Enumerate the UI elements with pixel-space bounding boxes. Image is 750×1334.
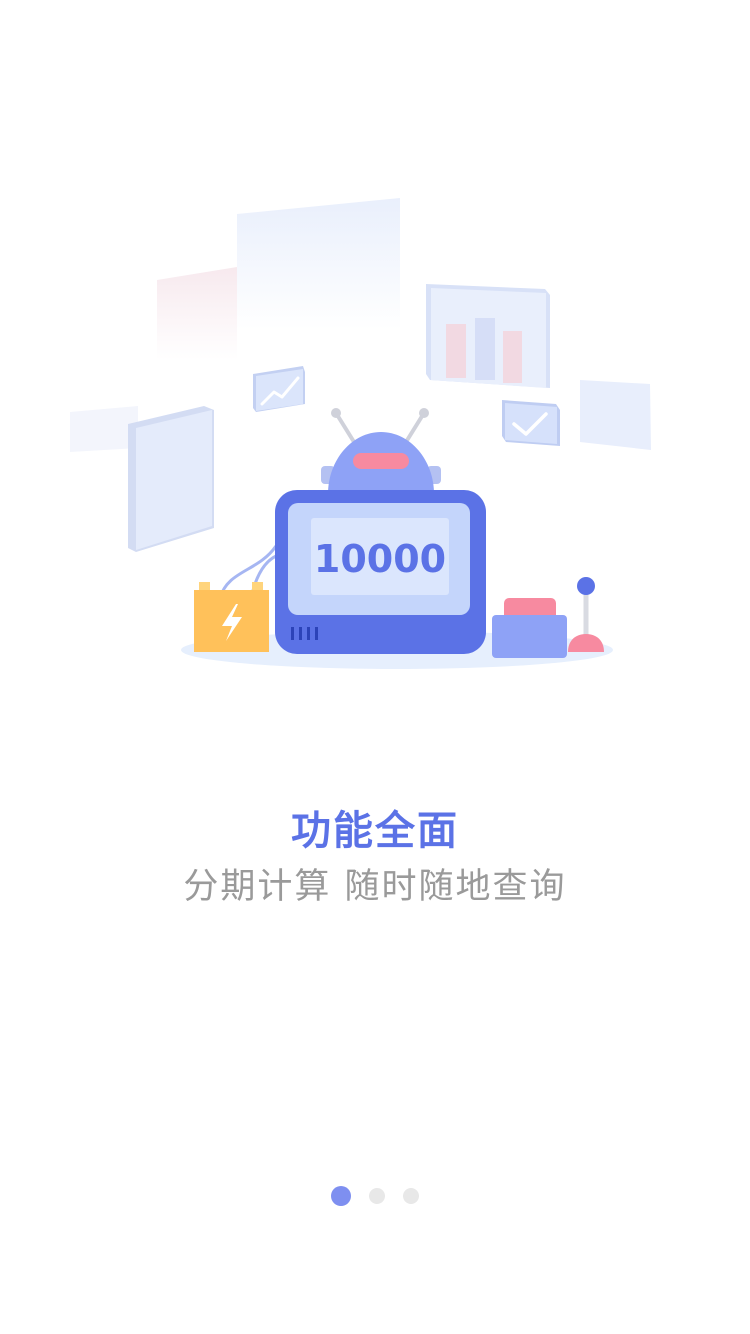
page-dot-1[interactable] [331,1186,351,1206]
trend-line-card-icon [253,366,305,412]
bar-chart-card-icon [426,284,550,388]
background-card-left-small [70,406,138,452]
page-dot-3[interactable] [403,1188,419,1204]
page-indicator [0,1186,750,1206]
battery-icon [194,582,269,652]
counter-display: 10000 [314,537,446,581]
background-card-large [237,198,400,330]
joystick-icon [568,577,604,652]
page-dot-2[interactable] [369,1188,385,1204]
robot-head-icon [321,432,441,494]
push-button-icon [492,598,567,658]
background-card-right [580,380,651,450]
document-card-icon [128,406,214,552]
background-card-pink [157,267,237,360]
onboarding-illustration: 10000 [70,198,651,669]
check-card-icon [502,400,560,446]
feature-title: 功能全面 [291,808,459,854]
feature-subtitle: 分期计算 随时随地查询 [183,867,567,907]
